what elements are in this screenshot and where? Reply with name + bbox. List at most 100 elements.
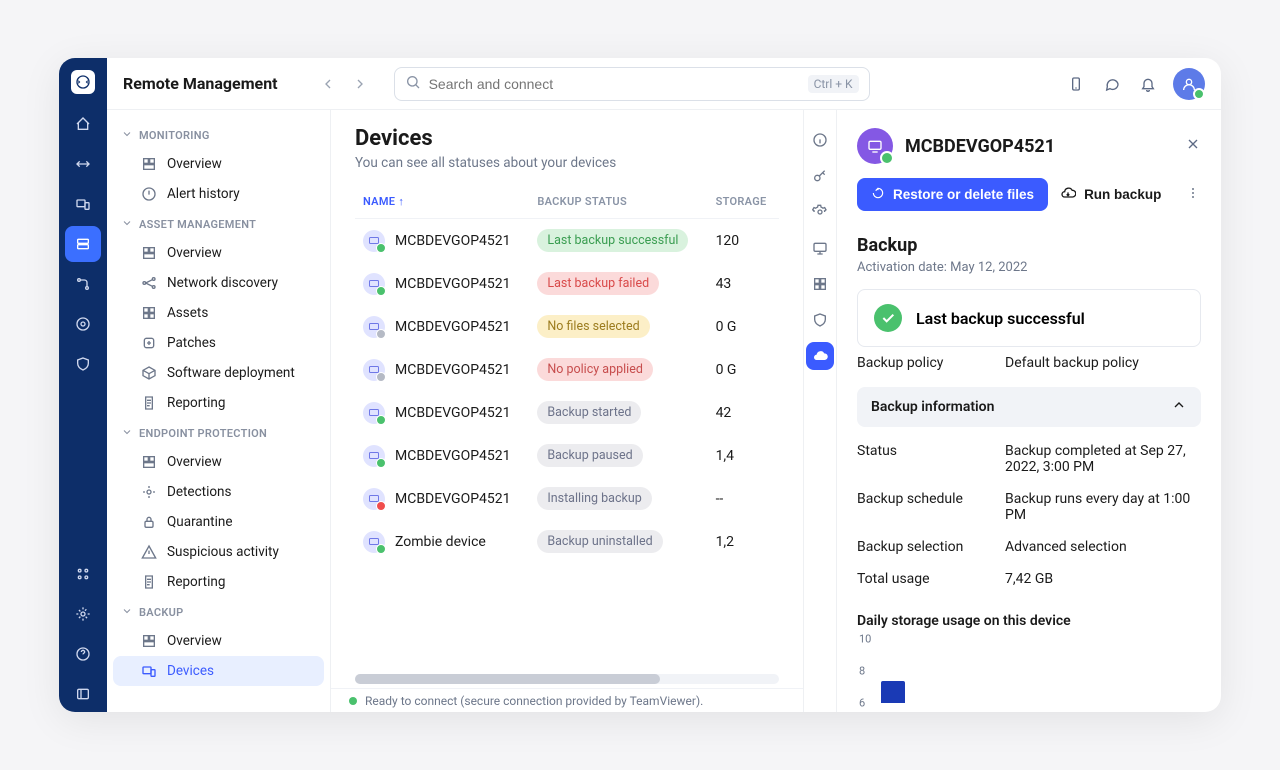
status-dot-icon	[349, 697, 357, 705]
sidebar-group-header[interactable]: MONITORING	[107, 120, 330, 149]
chevron-up-icon	[1171, 397, 1187, 417]
rail-shield-icon[interactable]	[65, 346, 101, 382]
sidebar-item-label: Overview	[167, 156, 222, 172]
rail-backup-icon[interactable]	[65, 226, 101, 262]
rail-help-icon[interactable]	[65, 636, 101, 672]
backup-info-accordion[interactable]: Backup information	[857, 387, 1201, 427]
activation-date: Activation date: May 12, 2022	[857, 260, 1201, 275]
sidebar-item-label: Overview	[167, 245, 222, 261]
sidebar-item[interactable]: Assets	[113, 298, 324, 328]
info-val: Advanced selection	[1005, 539, 1201, 555]
table-row[interactable]: MCBDEVGOP4521Last backup failed43	[355, 262, 779, 305]
close-icon[interactable]	[1185, 136, 1201, 156]
notifications-icon[interactable]	[1137, 73, 1159, 95]
mini-cloud-icon[interactable]	[806, 342, 834, 370]
sidebar-item[interactable]: Overview	[113, 149, 324, 179]
topbar: Remote Management Ctrl + K	[107, 58, 1221, 110]
rail-collapse-icon[interactable]	[65, 676, 101, 712]
sidebar-group-header[interactable]: BACKUP	[107, 597, 330, 626]
sidebar-item-label: Reporting	[167, 395, 225, 411]
rail-transfer-icon[interactable]	[65, 146, 101, 182]
mini-grid-icon[interactable]	[806, 270, 834, 298]
sidebar-item[interactable]: Detections	[113, 477, 324, 507]
chart-title: Daily storage usage on this device	[857, 613, 1201, 629]
sidebar-item[interactable]: Quarantine	[113, 507, 324, 537]
device-icon[interactable]	[1065, 73, 1087, 95]
detail-rail	[803, 110, 837, 712]
table-row[interactable]: Zombie deviceBackup uninstalled1,2	[355, 520, 779, 563]
search-input[interactable]	[429, 76, 800, 92]
more-menu-icon[interactable]	[1185, 185, 1201, 205]
rail-home-icon[interactable]	[65, 106, 101, 142]
mini-shield-icon[interactable]	[806, 306, 834, 334]
mini-monitor-icon[interactable]	[806, 234, 834, 262]
sidebar-item[interactable]: Devices	[113, 656, 324, 686]
col-backup-status[interactable]: BACKUP STATUS	[529, 183, 707, 219]
rail-devices-icon[interactable]	[65, 186, 101, 222]
device-name: MCBDEVGOP4521	[395, 405, 511, 421]
sidebar-item[interactable]: Reporting	[113, 567, 324, 597]
device-name: MCBDEVGOP4521	[395, 319, 511, 335]
mini-key-icon[interactable]	[806, 162, 834, 190]
mini-settings-icon[interactable]	[806, 198, 834, 226]
status-badge: No files selected	[537, 315, 649, 338]
rail-apps-icon[interactable]	[65, 556, 101, 592]
lock-icon	[141, 514, 157, 530]
table-row[interactable]: MCBDEVGOP4521Installing backup--	[355, 477, 779, 520]
info-key: Backup selection	[857, 539, 1005, 555]
success-message: Last backup successful	[916, 309, 1085, 328]
storage-cell: 0 G	[708, 305, 779, 348]
sidebar-item[interactable]: Patches	[113, 328, 324, 358]
group-label: ASSET MANAGEMENT	[139, 218, 256, 231]
restore-button[interactable]: Restore or delete files	[857, 178, 1048, 211]
search-shortcut: Ctrl + K	[808, 75, 859, 93]
sidebar-item[interactable]: Network discovery	[113, 268, 324, 298]
sidebar-group-header[interactable]: ENDPOINT PROTECTION	[107, 418, 330, 447]
chevron-down-icon	[121, 426, 133, 441]
table-row[interactable]: MCBDEVGOP4521Last backup successful120	[355, 219, 779, 263]
search-box[interactable]: Ctrl + K	[394, 67, 870, 101]
run-backup-button[interactable]: Run backup	[1060, 185, 1161, 204]
group-label: MONITORING	[139, 129, 210, 142]
table-row[interactable]: MCBDEVGOP4521No policy applied0 G	[355, 348, 779, 391]
usage-chart: 6 8 10	[881, 639, 1201, 703]
backup-status-box: Last backup successful	[857, 289, 1201, 347]
storage-cell: --	[708, 477, 779, 520]
sidebar-group-header[interactable]: ASSET MANAGEMENT	[107, 209, 330, 238]
horizontal-scrollbar[interactable]	[355, 674, 779, 684]
rail-support-icon[interactable]	[65, 306, 101, 342]
sidebar-item[interactable]: Overview	[113, 238, 324, 268]
dashboard-icon	[141, 454, 157, 470]
info-val: 7,42 GB	[1005, 571, 1201, 587]
device-status-icon	[363, 359, 385, 381]
patch-icon	[141, 335, 157, 351]
table-row[interactable]: MCBDEVGOP4521 No files selected 0 G	[355, 305, 779, 348]
info-val: Backup runs every day at 1:00 PM	[1005, 491, 1201, 523]
col-storage[interactable]: STORAGE	[708, 183, 779, 219]
rail-settings-icon[interactable]	[65, 596, 101, 632]
mini-info-icon[interactable]	[806, 126, 834, 154]
nav-back-icon[interactable]	[314, 70, 342, 98]
warn-icon	[141, 544, 157, 560]
table-row[interactable]: MCBDEVGOP4521Backup started42	[355, 391, 779, 434]
user-avatar[interactable]	[1173, 68, 1205, 100]
sidebar-item[interactable]: Reporting	[113, 388, 324, 418]
sidebar-item[interactable]: Overview	[113, 626, 324, 656]
device-status-icon	[363, 402, 385, 424]
rail-workflow-icon[interactable]	[65, 266, 101, 302]
chat-icon[interactable]	[1101, 73, 1123, 95]
statusbar-text: Ready to connect (secure connection prov…	[365, 694, 703, 708]
sidebar-item[interactable]: Overview	[113, 447, 324, 477]
sidebar: MONITORING Overview Alert history ASSET MAN…	[107, 110, 331, 712]
nav-forward-icon[interactable]	[346, 70, 374, 98]
backup-section-label: Backup	[857, 235, 1201, 256]
sidebar-item[interactable]: Software deployment	[113, 358, 324, 388]
storage-cell: 1,4	[708, 434, 779, 477]
chevron-down-icon	[121, 128, 133, 143]
table-row[interactable]: MCBDEVGOP4521Backup paused1,4	[355, 434, 779, 477]
device-status-icon	[363, 445, 385, 467]
network-icon	[141, 275, 157, 291]
col-name[interactable]: NAME ↑	[355, 183, 529, 219]
sidebar-item[interactable]: Suspicious activity	[113, 537, 324, 567]
sidebar-item[interactable]: Alert history	[113, 179, 324, 209]
